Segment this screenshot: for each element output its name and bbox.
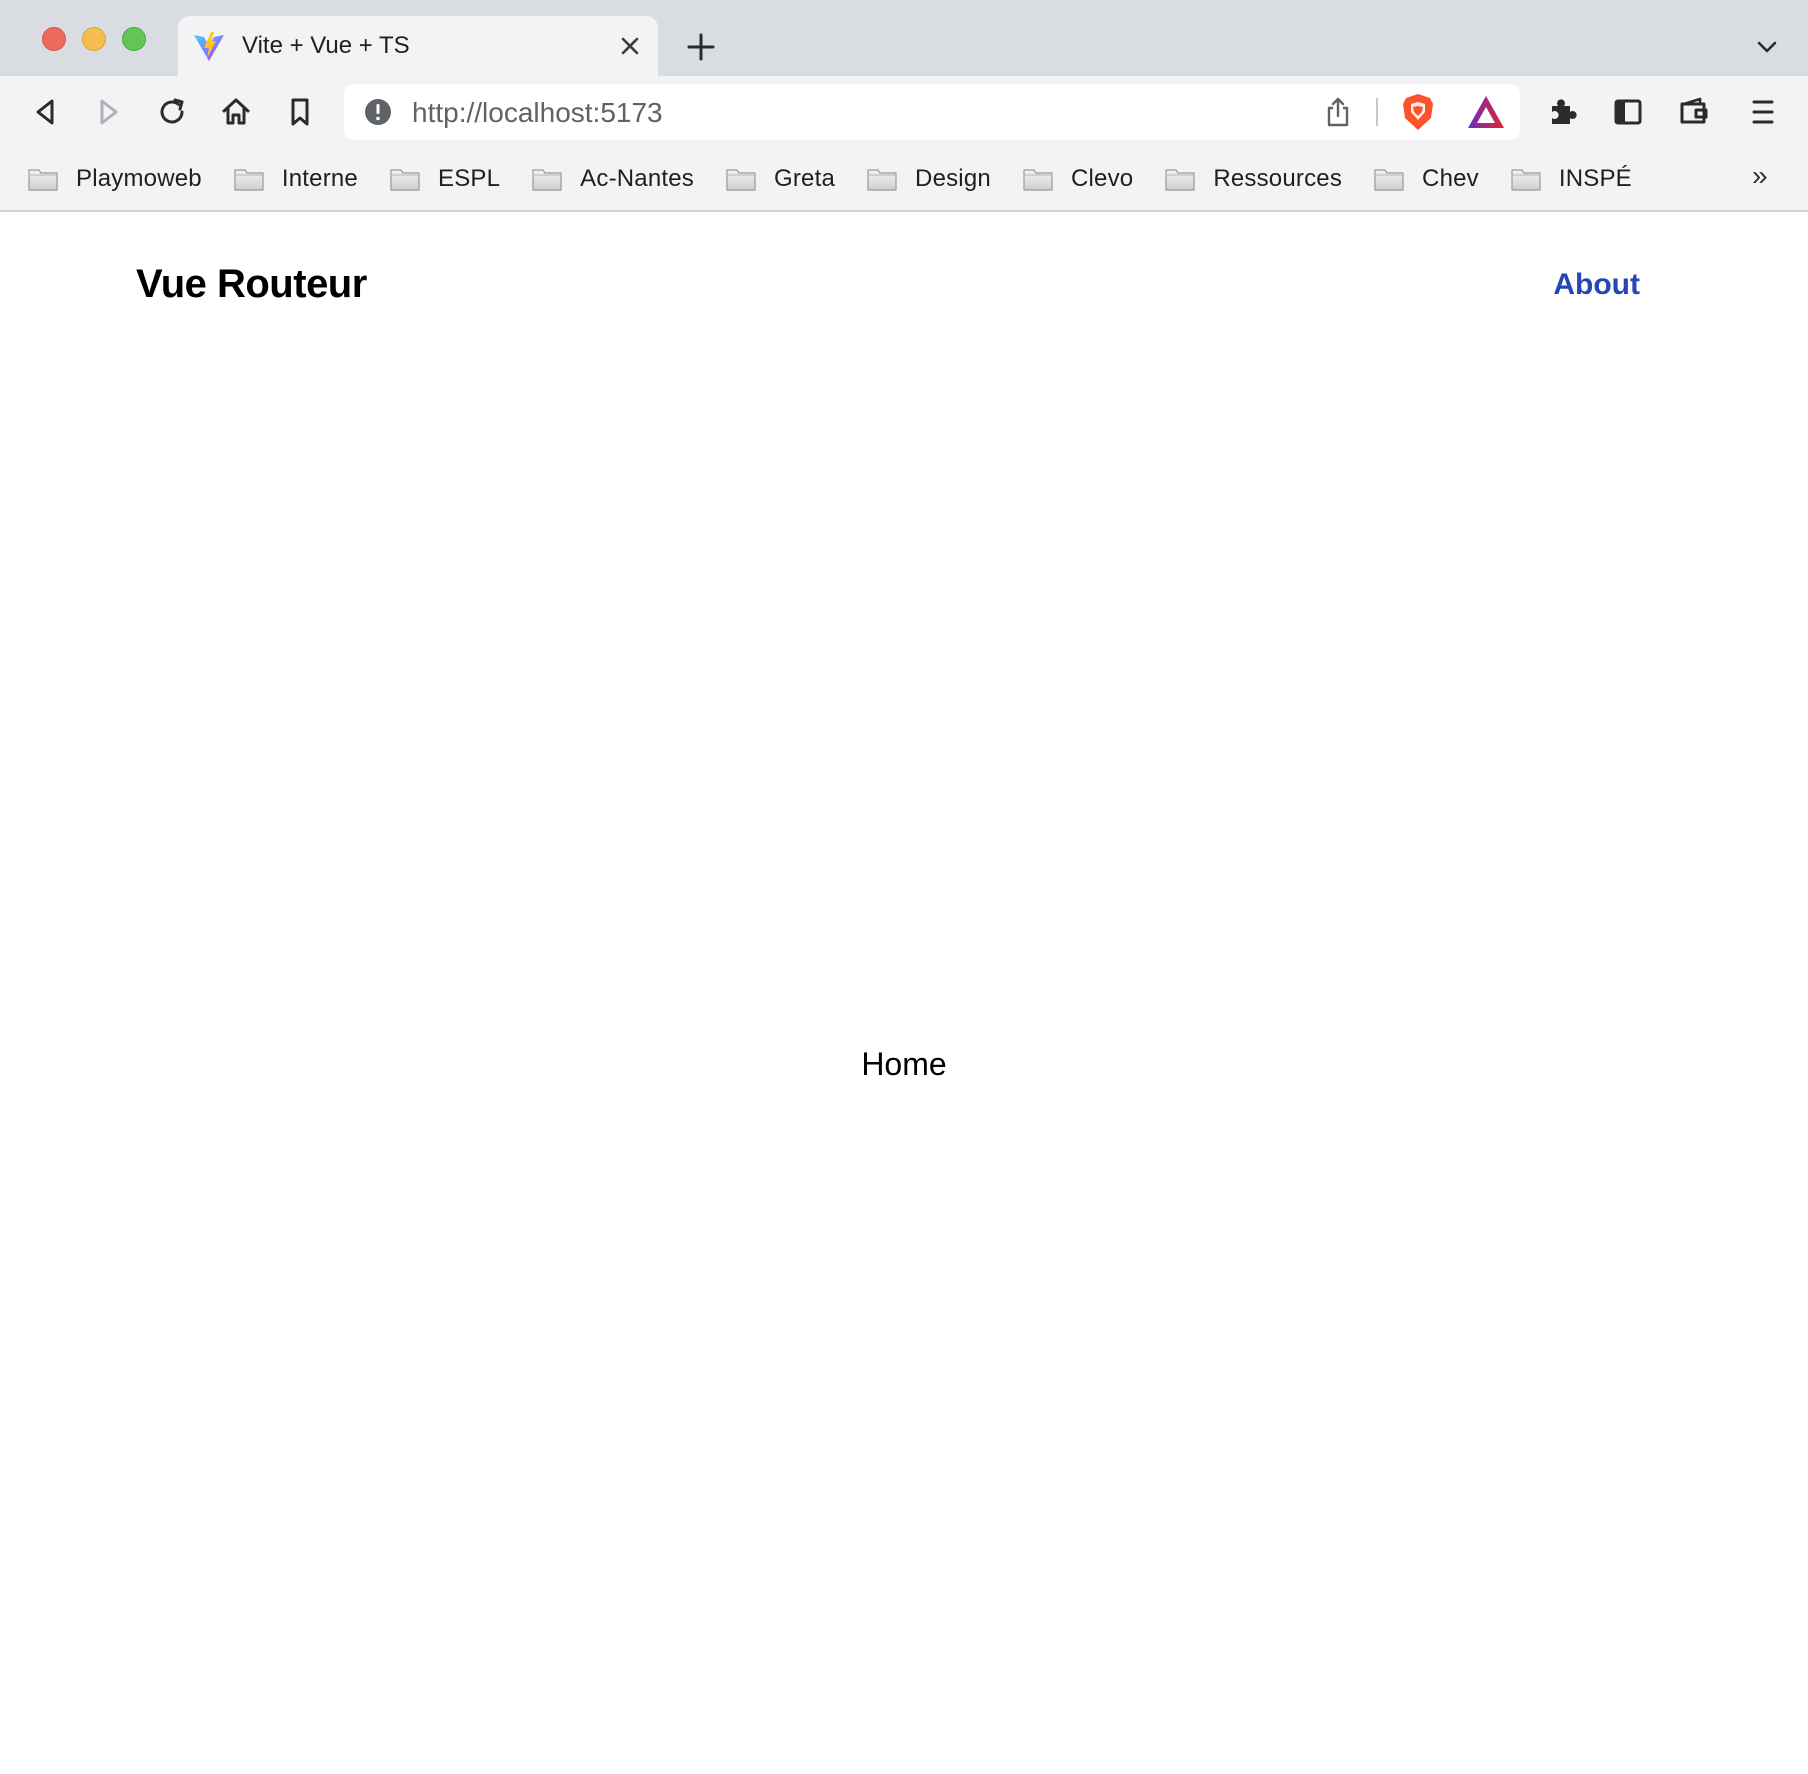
forward-icon[interactable] xyxy=(90,94,126,130)
tab-title: Vite + Vue + TS xyxy=(242,32,410,59)
reload-icon[interactable] xyxy=(154,94,190,130)
bookmark-folder[interactable]: INSPÉ xyxy=(1511,160,1632,198)
share-icon[interactable] xyxy=(1322,96,1354,128)
maximize-window-button[interactable] xyxy=(122,27,146,51)
bookmark-folder[interactable]: Greta xyxy=(726,160,835,198)
bookmarks-overflow-button[interactable]: » xyxy=(1752,160,1768,192)
folder-icon xyxy=(532,169,562,191)
url-text[interactable]: http://localhost:5173 xyxy=(412,97,663,129)
bookmark-label: Chev xyxy=(1422,165,1479,192)
nav-link-about[interactable]: About xyxy=(1553,268,1640,302)
folder-icon xyxy=(726,169,756,191)
close-icon[interactable] xyxy=(618,34,642,58)
address-bar[interactable]: http://localhost:5173 xyxy=(344,84,1520,140)
vite-icon xyxy=(194,32,224,61)
folder-icon xyxy=(390,169,420,191)
bookmark-folder[interactable]: Design xyxy=(867,160,991,198)
bookmark-label: ESPL xyxy=(437,165,501,192)
brave-rewards-icon[interactable] xyxy=(1466,94,1506,130)
bookmark-icon[interactable] xyxy=(282,94,318,130)
bookmark-label: Playmoweb xyxy=(76,165,202,192)
page-title: Vue Routeur xyxy=(136,262,367,306)
plus-icon[interactable] xyxy=(686,32,716,62)
home-icon[interactable] xyxy=(218,94,254,130)
bookmark-label: Greta xyxy=(774,165,836,192)
folder-icon xyxy=(1165,169,1195,191)
tab-active[interactable]: Vite + Vue + TS xyxy=(178,16,658,76)
bookmark-label: INSPÉ xyxy=(1558,165,1632,192)
bookmarks-list: Playmoweb Interne ESPL Ac-Nantes Greta Design… xyxy=(28,160,1664,198)
folder-icon xyxy=(1374,169,1404,191)
info-icon[interactable] xyxy=(364,98,392,126)
bookmark-folder[interactable]: Ac-Nantes xyxy=(532,160,694,198)
bookmark-folder[interactable]: Clevo xyxy=(1023,160,1133,198)
sidebar-icon[interactable] xyxy=(1610,94,1646,130)
extensions-icon[interactable] xyxy=(1544,94,1580,130)
bookmark-folder[interactable]: Chev xyxy=(1374,160,1479,198)
bookmarks-bar: Playmoweb Interne ESPL Ac-Nantes Greta Design… xyxy=(0,148,1808,212)
bookmark-folder[interactable]: ESPL xyxy=(390,160,500,198)
bookmark-folder[interactable]: Ressources xyxy=(1165,160,1342,198)
bookmark-label: Ressources xyxy=(1213,165,1343,192)
bookmark-label: Design xyxy=(915,165,991,192)
folder-icon xyxy=(28,169,58,191)
folder-icon xyxy=(1511,169,1541,191)
tab-strip: Vite + Vue + TS xyxy=(0,0,1808,76)
wallet-icon[interactable] xyxy=(1676,94,1712,130)
bookmark-folder[interactable]: Interne xyxy=(234,160,358,198)
bookmark-folder[interactable]: Playmoweb xyxy=(28,160,202,198)
bookmark-label: Interne xyxy=(281,165,358,192)
close-window-button[interactable] xyxy=(42,27,66,51)
back-icon[interactable] xyxy=(28,94,64,130)
folder-icon xyxy=(867,169,897,191)
minimize-window-button[interactable] xyxy=(82,27,106,51)
brave-shields-icon[interactable] xyxy=(1398,92,1438,132)
home-view-text: Home xyxy=(861,1046,947,1082)
folder-icon xyxy=(1023,169,1053,191)
bookmark-label: Ac-Nantes xyxy=(580,165,694,192)
menu-icon[interactable] xyxy=(1744,94,1780,130)
folder-icon xyxy=(234,169,264,191)
chevron-down-icon[interactable] xyxy=(1756,36,1778,58)
bookmark-label: Clevo xyxy=(1070,165,1134,192)
browser-toolbar: http://localhost:5173 xyxy=(0,76,1808,148)
divider xyxy=(1376,98,1378,126)
